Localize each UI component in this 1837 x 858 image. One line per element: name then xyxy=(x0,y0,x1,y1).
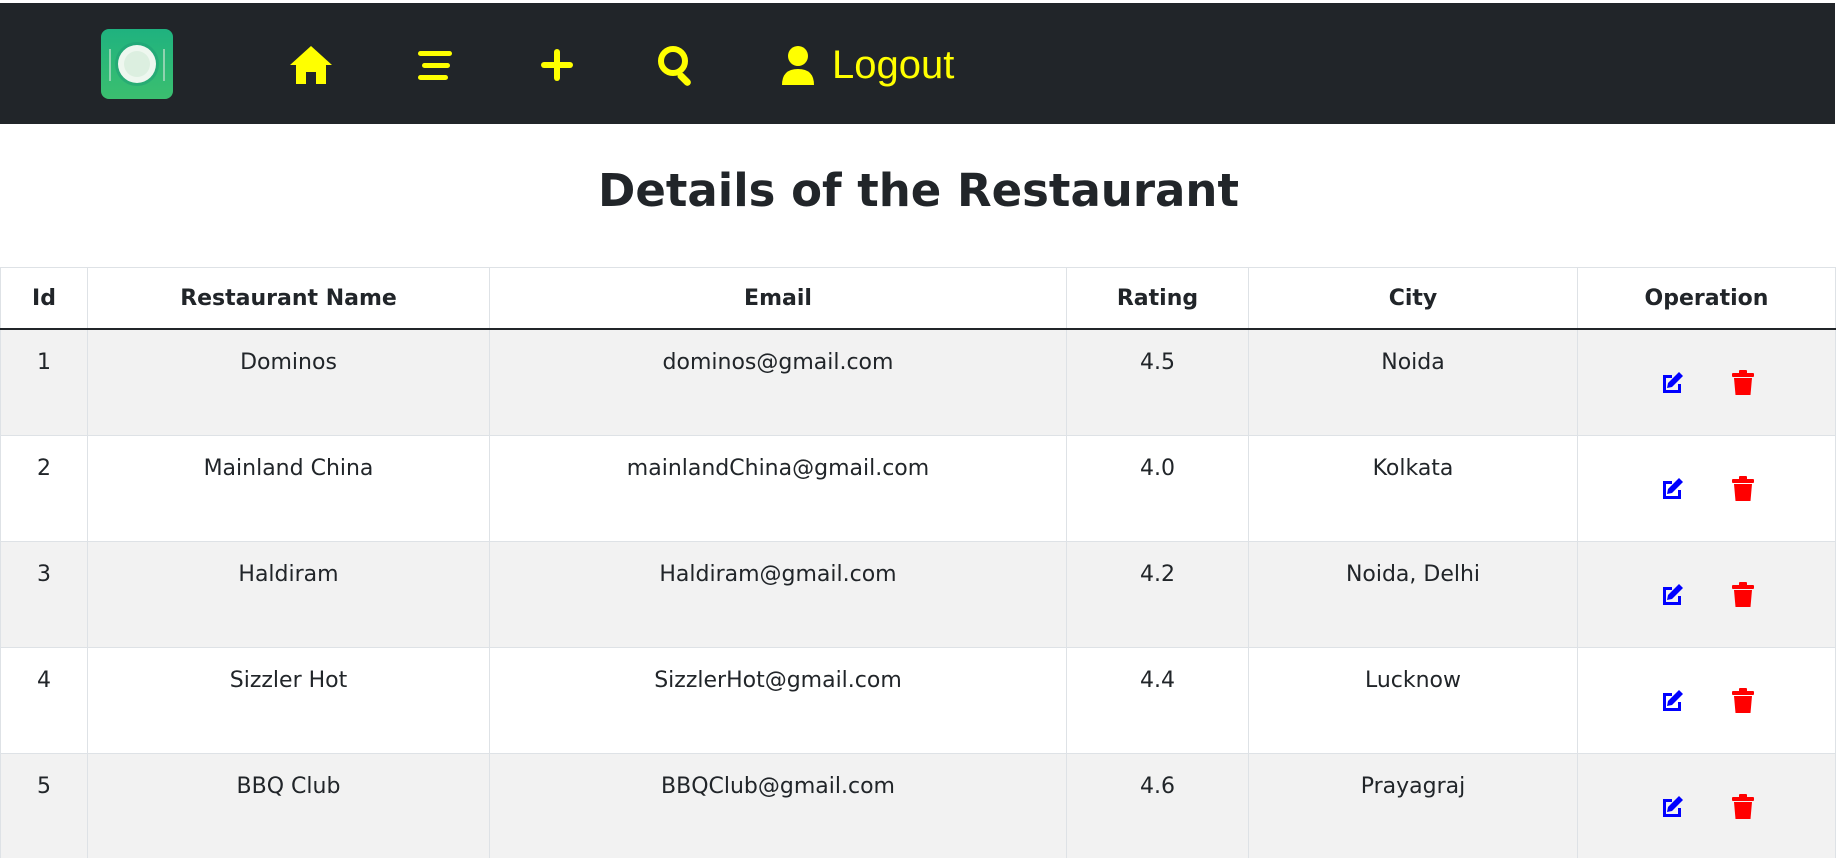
table-row: 1 Dominos dominos@gmail.com 4.5 Noida xyxy=(0,329,1836,436)
plus-icon[interactable] xyxy=(539,43,575,87)
cell-operation xyxy=(1577,541,1836,648)
cell-email: mainlandChina@gmail.com xyxy=(489,435,1067,542)
edit-icon[interactable] xyxy=(1659,370,1683,396)
table-header: Id Restaurant Name Email Rating City Ope… xyxy=(0,267,1836,330)
page: Logout Details of the Restaurant Id Rest… xyxy=(0,0,1837,858)
cell-restaurant-name: BBQ Club xyxy=(87,753,490,858)
home-icon[interactable] xyxy=(288,43,334,87)
logout-link[interactable]: Logout xyxy=(780,43,1000,87)
edit-icon[interactable] xyxy=(1659,688,1683,714)
cell-email: SizzlerHot@gmail.com xyxy=(489,647,1067,754)
cell-city: Prayagraj xyxy=(1248,753,1578,858)
cell-restaurant-name: Mainland China xyxy=(87,435,490,542)
cell-id: 2 xyxy=(0,435,88,542)
header-row: Id Restaurant Name Email Rating City Ope… xyxy=(0,267,1836,330)
cell-id: 3 xyxy=(0,541,88,648)
cell-restaurant-name: Dominos xyxy=(87,329,490,436)
trash-icon[interactable] xyxy=(1731,370,1755,396)
cell-rating: 4.6 xyxy=(1066,753,1249,858)
cell-id: 1 xyxy=(0,329,88,436)
table-row: 4 Sizzler Hot SizzlerHot@gmail.com 4.4 L… xyxy=(0,647,1836,754)
plate-logo-icon[interactable] xyxy=(101,29,173,99)
search-icon[interactable] xyxy=(656,43,698,87)
cell-restaurant-name: Haldiram xyxy=(87,541,490,648)
edit-icon[interactable] xyxy=(1659,582,1683,608)
table-row: 2 Mainland China mainlandChina@gmail.com… xyxy=(0,435,1836,542)
header-id: Id xyxy=(0,267,88,330)
header-email: Email xyxy=(489,267,1067,330)
cell-operation xyxy=(1577,753,1836,858)
cell-rating: 4.5 xyxy=(1066,329,1249,436)
table-body: 1 Dominos dominos@gmail.com 4.5 Noida 2 … xyxy=(0,329,1836,858)
menu-list-icon[interactable] xyxy=(416,43,456,87)
cell-email: BBQClub@gmail.com xyxy=(489,753,1067,858)
header-restaurant-name: Restaurant Name xyxy=(87,267,490,330)
cell-rating: 4.0 xyxy=(1066,435,1249,542)
cell-city: Lucknow xyxy=(1248,647,1578,754)
edit-icon[interactable] xyxy=(1659,476,1683,502)
restaurant-table: Id Restaurant Name Email Rating City Ope… xyxy=(0,267,1836,858)
cell-id: 5 xyxy=(0,753,88,858)
trash-icon[interactable] xyxy=(1731,793,1755,820)
table-row: 5 BBQ Club BBQClub@gmail.com 4.6 Prayagr… xyxy=(0,753,1836,858)
edit-icon[interactable] xyxy=(1659,794,1683,820)
header-operation: Operation xyxy=(1577,267,1836,330)
cell-restaurant-name: Sizzler Hot xyxy=(87,647,490,754)
cell-city: Noida, Delhi xyxy=(1248,541,1578,648)
navbar: Logout xyxy=(0,3,1835,124)
cell-id: 4 xyxy=(0,647,88,754)
header-city: City xyxy=(1248,267,1578,330)
cell-rating: 4.2 xyxy=(1066,541,1249,648)
page-title: Details of the Restaurant xyxy=(598,164,1239,217)
trash-icon[interactable] xyxy=(1731,475,1755,502)
cell-email: Haldiram@gmail.com xyxy=(489,541,1067,648)
cell-operation xyxy=(1577,647,1836,754)
cell-operation xyxy=(1577,435,1836,542)
cell-city: Kolkata xyxy=(1248,435,1578,542)
cell-operation xyxy=(1577,329,1836,436)
table-row: 3 Haldiram Haldiram@gmail.com 4.2 Noida,… xyxy=(0,541,1836,648)
restaurant-table-container: Id Restaurant Name Email Rating City Ope… xyxy=(0,267,1836,858)
cell-email: dominos@gmail.com xyxy=(489,329,1067,436)
trash-icon[interactable] xyxy=(1731,581,1755,608)
cell-city: Noida xyxy=(1248,329,1578,436)
cell-rating: 4.4 xyxy=(1066,647,1249,754)
trash-icon[interactable] xyxy=(1731,687,1755,714)
header-rating: Rating xyxy=(1066,267,1249,330)
logout-label: Logout xyxy=(832,43,955,87)
user-icon xyxy=(780,45,816,85)
